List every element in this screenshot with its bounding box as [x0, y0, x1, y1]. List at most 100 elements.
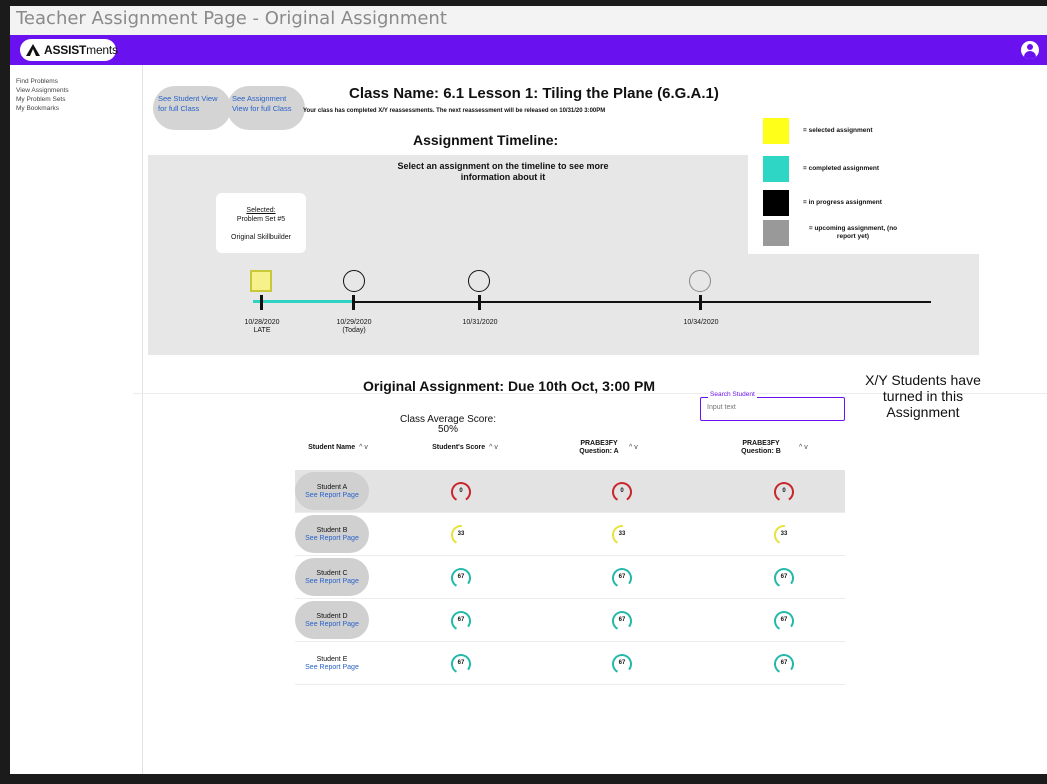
- score-ring: 67: [611, 610, 633, 632]
- sort-question-b[interactable]: ^ v: [799, 444, 808, 452]
- score-ring: 33: [611, 524, 633, 546]
- timeline-date: 10/29/2020 (Today): [336, 319, 372, 334]
- table-row[interactable]: Student C See Report Page 67 67 67: [295, 556, 845, 599]
- score-value: 33: [457, 531, 465, 537]
- student-name: Student E: [316, 656, 348, 663]
- score-ring: 0: [611, 481, 633, 503]
- sidebar: Find Problems View Assignments My Proble…: [10, 65, 143, 774]
- student-cell: Student E See Report Page: [295, 644, 369, 682]
- legend-item: = upcoming assignment, (no report yet): [763, 220, 903, 246]
- main-content: See Student View for full Class See Assi…: [133, 65, 1047, 774]
- report-page-link[interactable]: See Report Page: [295, 621, 369, 629]
- sidebar-item-view-assignments[interactable]: View Assignments: [16, 86, 142, 95]
- class-subtitle: Your class has completed X/Y reassessmen…: [303, 108, 606, 114]
- sidebar-item-my-problem-sets[interactable]: My Problem Sets: [16, 95, 142, 104]
- table-row[interactable]: Student A See Report Page 0 0 0: [295, 470, 845, 513]
- score-ring: 67: [611, 653, 633, 675]
- sidebar-item-my-bookmarks[interactable]: My Bookmarks: [16, 104, 142, 113]
- in-progress-assignment-marker[interactable]: [343, 270, 365, 292]
- student-cell: Student A See Report Page: [295, 472, 369, 510]
- col-header-student-name[interactable]: Student Name ^ v: [293, 444, 383, 452]
- score-value: 67: [618, 574, 626, 580]
- selected-assignment-marker[interactable]: [250, 270, 272, 292]
- score-value: 67: [618, 617, 626, 623]
- score-value: 33: [780, 531, 788, 537]
- timeline-instruction: Select an assignment on the timeline to …: [397, 161, 609, 182]
- score-value: 67: [780, 617, 788, 623]
- student-view-button[interactable]: See Student View for full Class: [153, 86, 231, 130]
- upcoming-assignment-marker[interactable]: [689, 270, 711, 292]
- timeline-completed-segment: [253, 300, 353, 303]
- score-value: 67: [780, 660, 788, 666]
- in-progress-swatch: [763, 190, 789, 216]
- score-ring: 0: [773, 481, 795, 503]
- student-name: Student B: [316, 527, 348, 534]
- logo-text: ASSISTments: [44, 43, 118, 57]
- report-page-link[interactable]: See Report Page: [295, 664, 369, 672]
- student-cell: Student C See Report Page: [295, 558, 369, 596]
- selected-set: Problem Set #5: [236, 216, 286, 223]
- student-cell: Student D See Report Page: [295, 601, 369, 639]
- assignment-view-button[interactable]: See Assignment View for full Class: [227, 86, 305, 130]
- search-student-field[interactable]: Search Student: [700, 391, 845, 421]
- legend-item: = completed assignment: [763, 156, 963, 182]
- timeline-date: 10/31/2020: [462, 319, 498, 326]
- score-ring: 33: [450, 524, 472, 546]
- col-header-score[interactable]: Student's Score ^ v: [415, 444, 515, 452]
- submission-note: X/Y Students have turned in this Assignm…: [865, 372, 981, 420]
- legend-item: = selected assignment: [763, 118, 963, 144]
- search-label: Search Student: [708, 391, 757, 398]
- timeline-tick: [352, 295, 355, 310]
- report-page-link[interactable]: See Report Page: [295, 492, 369, 500]
- page-title: Class Name: 6.1 Lesson 1: Tiling the Pla…: [349, 85, 719, 102]
- timeline-title: Assignment Timeline:: [413, 132, 559, 148]
- score-ring: 67: [450, 610, 472, 632]
- upcoming-swatch: [763, 220, 789, 246]
- score-value: 67: [457, 660, 465, 666]
- score-value: 67: [780, 574, 788, 580]
- student-cell: Student B See Report Page: [295, 515, 369, 553]
- in-progress-assignment-marker[interactable]: [468, 270, 490, 292]
- score-value: 0: [459, 488, 463, 494]
- window-title: Teacher Assignment Page - Original Assig…: [16, 8, 447, 29]
- table-row[interactable]: Student D See Report Page 67 67 67: [295, 599, 845, 642]
- selected-label: Selected:: [246, 207, 276, 214]
- search-input[interactable]: [707, 404, 837, 411]
- score-ring: 67: [450, 653, 472, 675]
- timeline-tick: [260, 295, 263, 310]
- sort-question-a[interactable]: ^ v: [629, 444, 638, 452]
- col-header-question-a[interactable]: PRABE3FY Question: A: [569, 440, 629, 456]
- score-value: 67: [457, 617, 465, 623]
- score-ring: 67: [773, 567, 795, 589]
- selected-assignment-card: Selected: Problem Set #5 Original Skillb…: [216, 193, 306, 253]
- score-value: 0: [620, 488, 624, 494]
- report-page-link[interactable]: See Report Page: [295, 578, 369, 586]
- table-row[interactable]: Student E See Report Page 67 67 67: [295, 642, 845, 685]
- legend-item: = in progress assignment: [763, 190, 963, 216]
- student-name: Student D: [316, 613, 348, 620]
- score-ring: 33: [773, 524, 795, 546]
- score-value: 33: [618, 531, 626, 537]
- sidebar-item-find-problems[interactable]: Find Problems: [16, 77, 142, 86]
- score-ring: 67: [450, 567, 472, 589]
- assistments-logo[interactable]: ASSISTments: [20, 39, 118, 61]
- score-ring: 67: [773, 610, 795, 632]
- timeline-date: 10/34/2020: [683, 319, 719, 326]
- selected-swatch: [763, 118, 789, 144]
- report-page-link[interactable]: See Report Page: [295, 535, 369, 543]
- class-average: Class Average Score: 50%: [400, 414, 496, 435]
- top-navbar: ASSISTments: [10, 35, 1047, 65]
- student-name: Student A: [316, 484, 348, 491]
- logo-mark-icon: [26, 44, 40, 56]
- user-account-icon[interactable]: [1021, 41, 1039, 59]
- score-ring: 67: [611, 567, 633, 589]
- table-row[interactable]: Student B See Report Page 33 33 33: [295, 513, 845, 556]
- app-window: Teacher Assignment Page - Original Assig…: [10, 6, 1047, 774]
- timeline-tick: [478, 295, 481, 310]
- score-ring: 0: [450, 481, 472, 503]
- score-value: 67: [618, 660, 626, 666]
- score-ring: 67: [773, 653, 795, 675]
- col-header-question-b[interactable]: PRABE3FY Question: B: [731, 440, 791, 456]
- score-value: 67: [457, 574, 465, 580]
- timeline-tick: [699, 295, 702, 310]
